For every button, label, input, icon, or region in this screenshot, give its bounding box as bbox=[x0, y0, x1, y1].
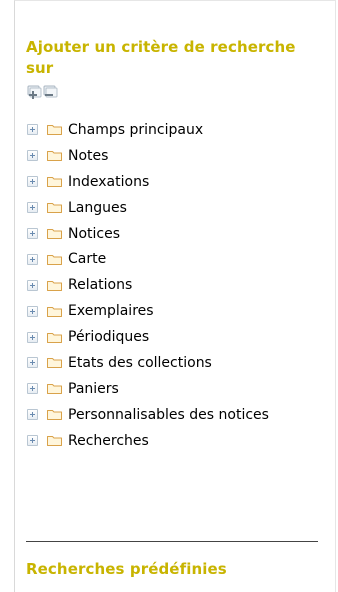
tree-item-label: Périodiques bbox=[68, 329, 150, 346]
expand-node-icon[interactable] bbox=[27, 279, 38, 291]
tree-item-label: Notices bbox=[68, 225, 121, 242]
tree-item-label: Notes bbox=[68, 147, 109, 164]
criteria-tree: Champs principaux Notes Indexations Langues… bbox=[26, 117, 326, 454]
tree-item[interactable]: Relations bbox=[26, 272, 326, 298]
folder-icon bbox=[47, 125, 62, 136]
tree-item[interactable]: Exemplaires bbox=[26, 298, 326, 324]
folder-icon bbox=[47, 229, 62, 239]
expand-node-icon[interactable] bbox=[27, 383, 38, 395]
tree-item-label: Personnalisables des notices bbox=[68, 406, 269, 423]
folder-icon bbox=[47, 358, 62, 369]
expand-node-icon[interactable] bbox=[27, 435, 38, 447]
folder-icon bbox=[47, 280, 62, 291]
tree-item-label: Relations bbox=[68, 277, 133, 294]
tree-item[interactable]: Langues bbox=[26, 195, 326, 221]
tree-item[interactable]: Carte bbox=[26, 246, 326, 272]
tree-item[interactable]: Notes bbox=[26, 143, 326, 169]
collapse-all-icon[interactable] bbox=[42, 85, 59, 101]
tree-item[interactable]: Champs principaux bbox=[26, 117, 326, 143]
folder-icon bbox=[47, 410, 62, 421]
tree-item[interactable]: Etats des collections bbox=[26, 350, 326, 376]
tree-item-label: Recherches bbox=[68, 432, 149, 449]
tree-item-label: Indexations bbox=[68, 173, 150, 190]
expand-node-icon[interactable] bbox=[27, 124, 38, 136]
predefined-searches-title: Recherches prédéfinies bbox=[26, 560, 227, 578]
tree-item[interactable]: Recherches bbox=[26, 428, 326, 454]
tree-item-label: Etats des collections bbox=[68, 354, 212, 371]
tree-item[interactable]: Paniers bbox=[26, 376, 326, 402]
expand-node-icon[interactable] bbox=[27, 409, 38, 421]
tree-item-label: Langues bbox=[68, 199, 127, 216]
tree-item[interactable]: Périodiques bbox=[26, 324, 326, 350]
tree-item-label: Champs principaux bbox=[68, 121, 204, 138]
tree-toolbar bbox=[26, 85, 66, 103]
folder-icon bbox=[47, 384, 62, 395]
tree-item-label: Carte bbox=[68, 251, 107, 268]
expand-node-icon[interactable] bbox=[27, 357, 38, 369]
folder-icon bbox=[47, 177, 62, 188]
tree-item[interactable]: Indexations bbox=[26, 169, 326, 195]
tree-item-label: Paniers bbox=[68, 380, 119, 397]
folder-icon bbox=[47, 436, 62, 447]
folder-icon bbox=[47, 151, 62, 162]
expand-node-icon[interactable] bbox=[27, 305, 38, 317]
folder-icon bbox=[47, 332, 62, 343]
expand-node-icon[interactable] bbox=[27, 331, 38, 343]
expand-all-icon[interactable] bbox=[26, 85, 43, 101]
folder-icon bbox=[47, 203, 62, 214]
section-divider bbox=[26, 541, 318, 542]
expand-node-icon[interactable] bbox=[27, 253, 38, 265]
tree-item-label: Exemplaires bbox=[68, 303, 154, 320]
folder-icon bbox=[47, 306, 62, 317]
search-criteria-panel: Ajouter un critère de recherche sur Cham… bbox=[14, 0, 336, 592]
expand-node-icon[interactable] bbox=[27, 228, 38, 239]
expand-node-icon[interactable] bbox=[27, 202, 38, 214]
folder-icon bbox=[47, 254, 62, 265]
expand-node-icon[interactable] bbox=[27, 150, 38, 162]
tree-item[interactable]: Personnalisables des notices bbox=[26, 402, 326, 428]
expand-node-icon[interactable] bbox=[27, 176, 38, 188]
tree-item[interactable]: Notices bbox=[26, 221, 326, 247]
add-criterion-title: Ajouter un critère de recherche sur bbox=[26, 38, 296, 77]
